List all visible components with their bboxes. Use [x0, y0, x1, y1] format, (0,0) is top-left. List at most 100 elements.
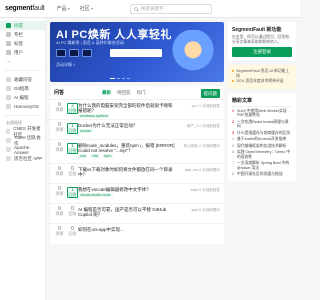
answers-count: 1 回答	[67, 143, 78, 154]
register-login-button[interactable]: 注册登录	[232, 47, 292, 57]
nav-community[interactable]: 社区	[80, 5, 93, 12]
question-row[interactable]: 0 得票 2 回答 为什么我的电脑安装完全部的软件后就很卡顿和报错呢？ windows-…	[50, 100, 224, 120]
question-tag[interactable]: vue	[78, 154, 89, 158]
welcome-card: SegmentFault 新功能 在这里，你可以通过提问、回答和分享文章来帮助和…	[228, 22, 296, 61]
ai-icon	[6, 95, 11, 100]
votes-count: 0 得票	[55, 186, 64, 196]
ask-question-button[interactable]: 提问题	[200, 89, 220, 98]
carousel-dots[interactable]	[110, 78, 130, 79]
announcement-item[interactable]: SegmentFault 思否 AI 新功能上线	[232, 69, 292, 78]
votes-count: 0 得票	[55, 226, 64, 236]
sidebar-item-users[interactable]: 用户	[0, 48, 45, 57]
carousel-dot[interactable]	[117, 78, 120, 79]
question-tag[interactable]: visual-studio-code	[78, 193, 113, 197]
hot-article-item[interactable]: 1 Vue3 中使用Web Worker实现PDF批量转化	[232, 109, 292, 118]
question-row[interactable]: 0 得票 1 回答 我想在vscode编辑器修改中文字体？ visual-studio-…	[50, 184, 224, 204]
top-nav: 产品 社区	[57, 5, 93, 12]
tab-unanswered[interactable]: 待回答	[117, 90, 131, 96]
hot-article-item[interactable]: 5 现代前端框架的实战技术解析	[232, 144, 292, 149]
answers-count: 0 回答	[68, 226, 77, 236]
tab-hot[interactable]: 热门	[137, 90, 146, 96]
hot-article-item[interactable]: 6 实践 OpenTelemetry：Demo 中的观测性	[232, 150, 292, 159]
votes-count: 0 得票	[55, 166, 64, 176]
question-title[interactable]: 删除node_modules，重装npm i，报错 [ERROR] Could …	[78, 143, 176, 153]
sidebar-item-harmony[interactable]: HarmonyOS	[0, 102, 45, 111]
question-meta: jack_ms 4 分钟前提问	[184, 168, 220, 172]
question-meta: 热心网友 2 分钟前提问	[183, 144, 220, 148]
votes-count: 0 得票	[55, 102, 64, 112]
answers-count: 2 回答	[67, 103, 78, 114]
tag-icon	[6, 41, 11, 46]
promo-banner[interactable]: AI PC焕新 人人享轻礼 AI PC 焕新季 | 思否 & 英特尔联合活动 活…	[50, 22, 224, 82]
question-tag[interactable]: npm	[102, 154, 114, 158]
sidebar-divider	[4, 70, 41, 71]
sidebar-more[interactable]: ⋯	[0, 57, 45, 66]
question-stats: 0 得票 1 回答	[54, 187, 78, 198]
column-icon	[6, 32, 11, 37]
question-title[interactable]: 下载vs下载对象时如何将文件都放在同一个目录中？	[78, 167, 176, 177]
banner-illustration	[168, 30, 218, 74]
link-icon	[6, 156, 11, 161]
questions-header: 问答 最新 待回答 热门 提问题	[50, 86, 224, 100]
sidebar-item-git[interactable]: Git指南	[0, 84, 45, 93]
questions-title: 问答	[54, 90, 65, 96]
announcement-item[interactable]: 2024 思否年度技术榜单评选	[232, 79, 292, 84]
question-title[interactable]: 我想在vscode编辑器修改中文字体？	[78, 187, 176, 192]
votes-count: 0 得票	[55, 206, 64, 216]
question-row[interactable]: 0 得票 1 回答 Docker为什么无法正常启动？ docker 用户_1 1 分钟前…	[50, 120, 224, 140]
questions-panel: 问答 最新 待回答 热门 提问题 0 得票 2 回答 为什么我的电脑安装完全部的软件后…	[50, 86, 224, 244]
question-stats: 0 得票 2 回答	[54, 103, 78, 114]
answers-count: 1 回答	[67, 187, 78, 198]
question-tag[interactable]: vite	[90, 154, 101, 158]
sidebar-item-favorites[interactable]: 收藏问答	[0, 75, 45, 84]
hot-article-item[interactable]: 4 基于Kotlin的Android开发指南	[232, 137, 292, 142]
hot-article-item[interactable]: 7 一文深度解析 Spring Boot 中的 @Value 用法	[232, 161, 292, 170]
sidebar-item-questions[interactable]: 问答	[0, 21, 45, 30]
question-row[interactable]: 0 得票 0 回答 下载vs下载对象时如何将文件都放在同一个目录中？ jack_ms …	[50, 164, 224, 184]
question-stats: 0 得票 0 回答	[54, 207, 78, 216]
carousel-dot[interactable]	[127, 78, 130, 79]
link-icon	[6, 138, 11, 143]
question-title[interactable]: Docker为什么无法正常启动？	[78, 123, 176, 128]
question-tag[interactable]: docker	[78, 129, 94, 133]
carousel-dot[interactable]	[110, 78, 115, 79]
answers-count: 1 回答	[67, 123, 78, 134]
hot-article-item[interactable]: 2 一文吃透React hooks原理与源码	[232, 120, 292, 129]
hot-article-item[interactable]: 8 中国开源社区的发展与挑战	[232, 172, 292, 177]
welcome-text: 在这里，你可以通过提问、回答和分享文章来帮助和影响他人。	[232, 35, 289, 44]
tab-latest[interactable]: 最新	[102, 90, 111, 96]
answers-count: 0 回答	[68, 166, 77, 176]
question-icon	[6, 23, 11, 28]
sidebar-item-ai[interactable]: AI 编程	[0, 93, 45, 102]
question-tag[interactable]: windows-system	[78, 114, 110, 118]
question-stats: 0 得票 0 回答	[54, 227, 78, 236]
link-icon	[6, 147, 11, 152]
search-input[interactable]: 搜索关键字	[130, 4, 212, 14]
hot-article-item[interactable]: 3 什么是强缓存与协商缓存的区别	[232, 131, 292, 136]
laptop-thumb	[69, 49, 79, 57]
laptop-thumb	[82, 49, 92, 57]
harmony-icon	[6, 104, 11, 109]
link-icon	[6, 129, 11, 134]
banner-footer[interactable]: 活动详情 >	[56, 62, 75, 68]
question-title[interactable]: AI 编程是否可靠，国产是否可以平替 GitHub Copilot 呢？	[78, 207, 176, 217]
sidebar-link-4[interactable]: 思否社区 APP	[0, 154, 45, 163]
question-title[interactable]: 为什么我的电脑安装完全部的软件后就很卡顿和报错呢？	[78, 103, 176, 113]
question-stats: 0 得票 0 回答	[54, 167, 78, 176]
sidebar-link-3[interactable]: Apache Answer	[0, 145, 45, 155]
welcome-title: SegmentFault 新功能	[232, 27, 282, 33]
right-column: SegmentFault 新功能 在这里，你可以通过提问、回答和分享文章来帮助和…	[228, 22, 296, 185]
site-logo[interactable]: segmentfault	[5, 5, 45, 12]
question-row[interactable]: 0 得票 1 回答 删除node_modules，重装npm i，报错 [ERROR]…	[50, 140, 224, 164]
carousel-dot[interactable]	[122, 78, 125, 79]
question-title[interactable]: 如何在uni-app中实现…	[78, 227, 176, 232]
question-row[interactable]: 0 得票 0 回答 如何在uni-app中实现…	[50, 224, 224, 244]
question-meta: yz.c 1 分钟前回答	[191, 104, 220, 108]
sidebar-item-columns[interactable]: 专栏	[0, 30, 45, 39]
nav-products[interactable]: 产品	[57, 5, 70, 12]
banner-logo-strip	[110, 49, 162, 57]
sidebar-divider	[4, 115, 41, 116]
sidebar-item-tags[interactable]: 标签	[0, 39, 45, 48]
search-placeholder: 搜索关键字	[141, 6, 164, 11]
question-row[interactable]: 0 得票 0 回答 AI 编程是否可靠，国产是否可以平替 GitHub Copilot…	[50, 204, 224, 224]
